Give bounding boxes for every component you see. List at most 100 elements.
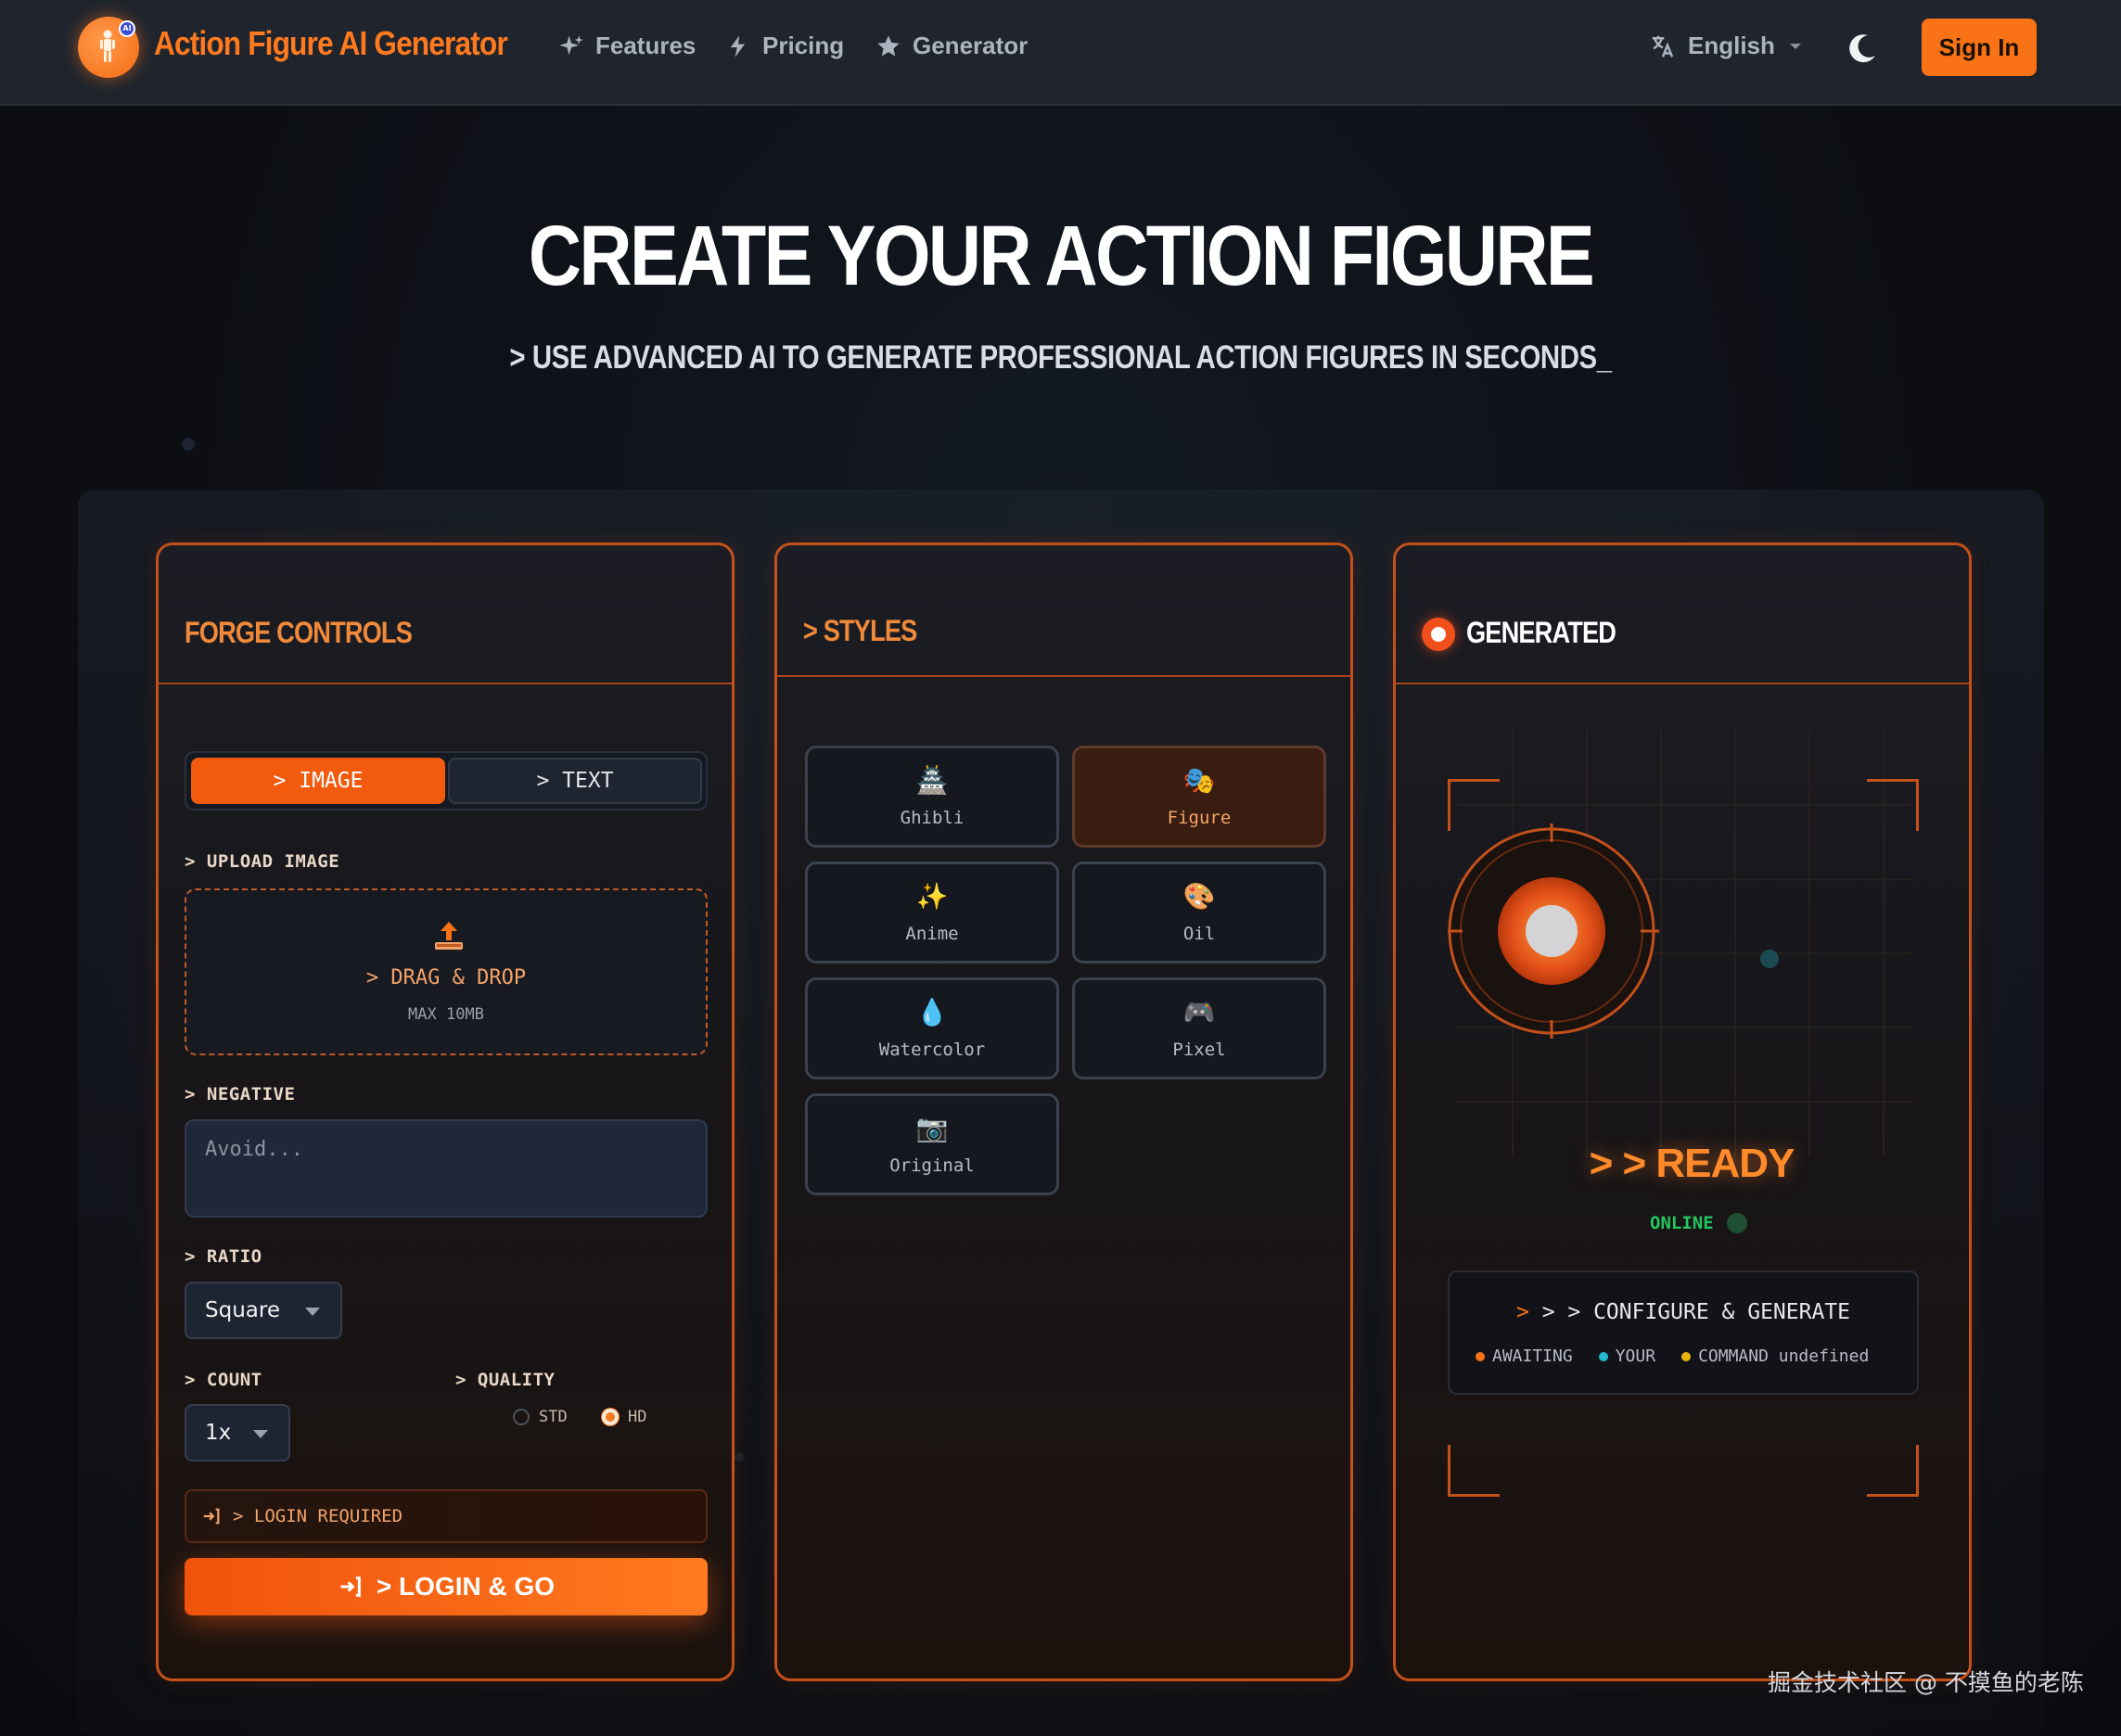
style-label: Watercolor bbox=[878, 1040, 986, 1060]
count-value: 1x bbox=[205, 1421, 232, 1445]
radio-circle bbox=[513, 1409, 530, 1425]
chevron-down-icon bbox=[1789, 43, 1801, 49]
online-label: ONLINE bbox=[1650, 1213, 1714, 1233]
upload-limit: MAX 10MB bbox=[408, 1005, 484, 1024]
style-icon: 🎨 bbox=[1182, 881, 1216, 912]
login-required-text: > LOGIN REQUIRED bbox=[233, 1506, 403, 1526]
mode-toggle: > IMAGE > TEXT bbox=[185, 751, 708, 811]
panel-header: > STYLES bbox=[777, 545, 1350, 677]
decorative-dot bbox=[182, 438, 195, 451]
frame-corner bbox=[1448, 779, 1500, 831]
login-icon bbox=[203, 1508, 220, 1525]
status-word: YOUR bbox=[1598, 1347, 1655, 1366]
style-card-anime[interactable]: ✨ Anime bbox=[805, 862, 1059, 964]
upload-dropzone[interactable]: > DRAG & DROP MAX 10MB bbox=[185, 888, 708, 1055]
language-label: English bbox=[1688, 32, 1775, 59]
style-icon: ✨ bbox=[915, 881, 949, 912]
sparkles-icon bbox=[559, 34, 583, 55]
moon-icon[interactable] bbox=[1844, 30, 1881, 67]
page-title: CREATE YOUR ACTION FIGURE bbox=[528, 209, 1595, 303]
top-navbar: AI Action Figure AI Generator Features P… bbox=[0, 0, 2121, 106]
ratio-label: > RATIO bbox=[185, 1246, 262, 1267]
style-label: Pixel bbox=[1172, 1040, 1226, 1060]
frame-corner bbox=[1867, 779, 1919, 831]
chevron-down-icon bbox=[305, 1308, 320, 1316]
style-card-figure[interactable]: 🎭 Figure bbox=[1072, 746, 1326, 848]
watermark: 掘金技术社区 @ 不摸鱼的老陈 bbox=[1768, 1669, 2084, 1696]
ratio-value: Square bbox=[205, 1298, 280, 1322]
quality-hd-radio[interactable]: HD bbox=[602, 1408, 646, 1426]
style-label: Figure bbox=[1167, 808, 1232, 828]
tab-image[interactable]: > IMAGE bbox=[191, 758, 445, 804]
frame-corner bbox=[1867, 1445, 1919, 1497]
style-card-pixel[interactable]: 🎮 Pixel bbox=[1072, 977, 1326, 1079]
language-selector[interactable]: English bbox=[1649, 32, 1805, 60]
style-icon: 📷 bbox=[915, 1113, 949, 1143]
sign-in-button[interactable]: Sign In bbox=[1922, 19, 2037, 76]
style-label: Original bbox=[889, 1155, 975, 1176]
login-and-go-button[interactable]: > LOGIN & GO bbox=[185, 1558, 708, 1615]
styles-panel: > STYLES 🏯 Ghibli 🎭 Figure ✨ Anime 🎨 Oil 💧 Waterc… bbox=[774, 542, 1353, 1681]
loading-orb bbox=[1448, 823, 1659, 1039]
upload-icon bbox=[435, 922, 463, 950]
style-card-ghibli[interactable]: 🏯 Ghibli bbox=[805, 746, 1059, 848]
quality-label: > QUALITY bbox=[455, 1370, 556, 1390]
login-required-notice: > LOGIN REQUIRED bbox=[185, 1489, 708, 1543]
brand-name[interactable]: Action Figure AI Generator bbox=[154, 24, 508, 63]
style-card-watercolor[interactable]: 💧 Watercolor bbox=[805, 977, 1059, 1079]
lightning-icon bbox=[730, 34, 745, 57]
ratio-select[interactable]: Square bbox=[185, 1282, 342, 1339]
prompt-glyph: > bbox=[1515, 1300, 1529, 1324]
status-words: AWAITING YOUR COMMAND undefined bbox=[1476, 1347, 1869, 1366]
ai-badge: AI bbox=[119, 20, 135, 37]
online-indicator: ONLINE bbox=[1650, 1213, 1747, 1233]
frame-corner bbox=[1448, 1445, 1500, 1497]
status-word: AWAITING bbox=[1476, 1347, 1573, 1366]
ready-status: > > READY bbox=[1589, 1141, 1795, 1186]
star-icon bbox=[877, 34, 900, 56]
style-icon: 💧 bbox=[915, 997, 949, 1028]
record-icon bbox=[1422, 618, 1455, 651]
translate-icon bbox=[1652, 35, 1674, 57]
panel-header: FORGE CONTROLS bbox=[159, 545, 732, 684]
panel-title: FORGE CONTROLS bbox=[185, 616, 413, 649]
status-title: > > > CONFIGURE & GENERATE bbox=[1450, 1300, 1917, 1324]
login-icon bbox=[340, 1576, 361, 1597]
preview-canvas bbox=[1448, 697, 1911, 1157]
count-select[interactable]: 1x bbox=[185, 1404, 290, 1462]
nav-generator[interactable]: Generator bbox=[875, 32, 1028, 60]
brand-logo[interactable]: AI bbox=[78, 17, 139, 78]
bullet-icon bbox=[1681, 1351, 1692, 1361]
forge-controls-panel: FORGE CONTROLS > IMAGE > TEXT > UPLOAD I… bbox=[156, 542, 735, 1681]
style-icon: 🎭 bbox=[1182, 765, 1216, 796]
panel-header: GENERATED bbox=[1396, 545, 1969, 684]
bullet-icon bbox=[1598, 1351, 1608, 1361]
status-dot bbox=[1726, 1213, 1747, 1233]
tab-text[interactable]: > TEXT bbox=[448, 758, 702, 804]
radio-circle-selected bbox=[602, 1409, 619, 1425]
negative-label: > NEGATIVE bbox=[185, 1084, 296, 1104]
nav-features[interactable]: Features bbox=[558, 32, 696, 60]
nav-features-label: Features bbox=[595, 32, 696, 59]
page-subtitle: > USE ADVANCED AI TO GENERATE PROFESSION… bbox=[509, 339, 1612, 376]
nav-pricing[interactable]: Pricing bbox=[725, 32, 844, 60]
nav-pricing-label: Pricing bbox=[762, 32, 845, 59]
style-card-oil[interactable]: 🎨 Oil bbox=[1072, 862, 1326, 964]
panel-title: GENERATED bbox=[1466, 616, 1616, 649]
quality-std-radio[interactable]: STD bbox=[513, 1408, 568, 1426]
style-icon: 🎮 bbox=[1182, 997, 1216, 1028]
negative-prompt-input[interactable]: Avoid... bbox=[185, 1119, 708, 1218]
status-console: > > > CONFIGURE & GENERATE AWAITING YOUR… bbox=[1448, 1270, 1919, 1395]
nav-generator-label: Generator bbox=[913, 32, 1029, 59]
style-label: Anime bbox=[905, 924, 959, 944]
count-label: > COUNT bbox=[185, 1370, 262, 1390]
status-word: COMMAND undefined bbox=[1681, 1347, 1869, 1366]
quality-hd-label: HD bbox=[628, 1408, 647, 1426]
quality-std-label: STD bbox=[539, 1408, 568, 1426]
status-title-text: > > CONFIGURE & GENERATE bbox=[1541, 1300, 1851, 1324]
login-and-go-label: > LOGIN & GO bbox=[376, 1572, 556, 1601]
style-card-original[interactable]: 📷 Original bbox=[805, 1093, 1059, 1195]
panel-title: > STYLES bbox=[803, 614, 917, 647]
bullet-icon bbox=[1476, 1351, 1485, 1361]
chevron-down-icon bbox=[253, 1430, 268, 1438]
